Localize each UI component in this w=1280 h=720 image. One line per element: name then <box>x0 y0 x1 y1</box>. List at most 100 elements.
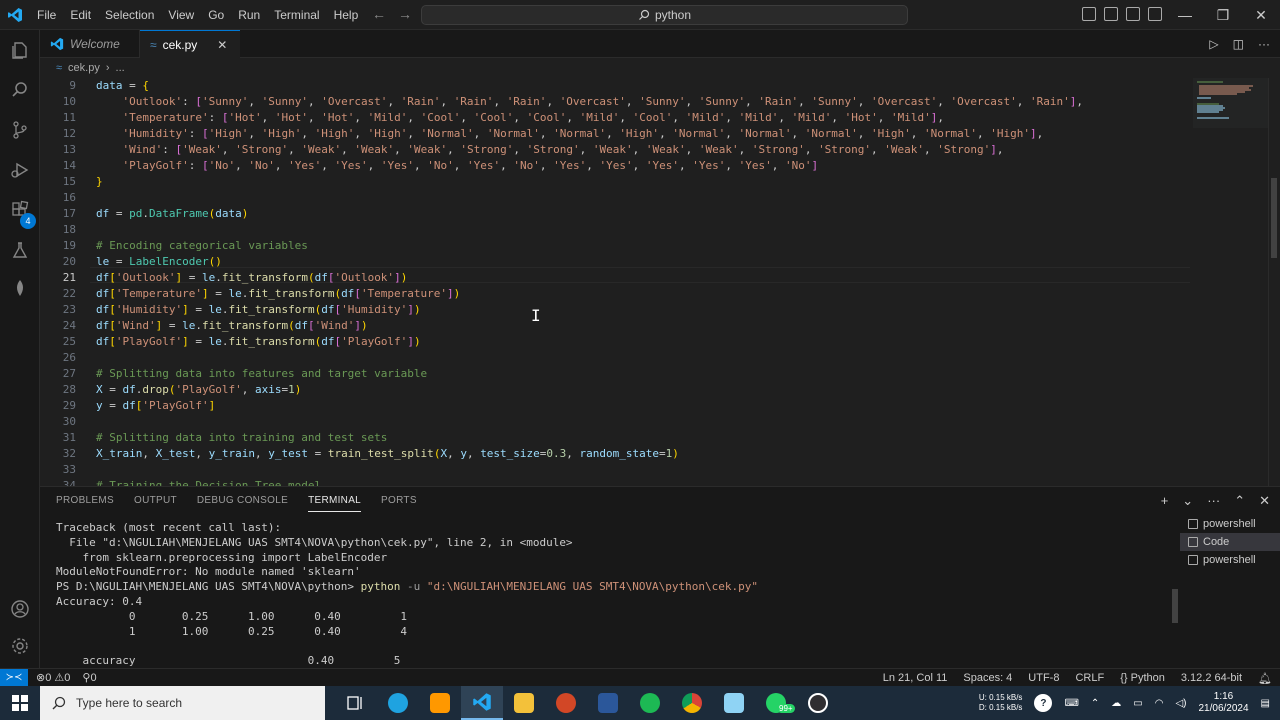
breadcrumb-symbol[interactable]: ... <box>116 62 125 74</box>
toggle-panel-icon[interactable] <box>1104 7 1118 21</box>
clock[interactable]: 1:16 21/06/2024 <box>1198 691 1248 715</box>
run-python-file-icon[interactable]: ▷ <box>1209 37 1218 51</box>
forward-arrow-icon[interactable]: → <box>398 6 412 22</box>
keyboard-icon[interactable]: ⌨ <box>1064 698 1078 709</box>
encoding[interactable]: UTF-8 <box>1028 672 1059 684</box>
manage-gear-icon[interactable] <box>8 634 32 658</box>
help-icon[interactable]: ? <box>1034 694 1053 712</box>
tab-terminal[interactable]: TERMINAL <box>308 495 362 512</box>
tab-welcome[interactable]: Welcome <box>40 30 140 58</box>
terminal-item-powershell-1[interactable]: powershell <box>1180 515 1280 533</box>
menu-terminal[interactable]: Terminal <box>267 0 326 30</box>
search-view-icon[interactable] <box>8 78 32 102</box>
tab-debug-console[interactable]: DEBUG CONSOLE <box>197 495 288 512</box>
problems-status[interactable]: ⊗0 ⚠0 <box>36 671 70 684</box>
code-editor[interactable]: 9 data = { 10 'Outlook': ['Sunny', 'Sunny… <box>40 78 1280 486</box>
close-tab-icon[interactable]: ✕ <box>217 38 227 52</box>
toggle-secondary-sidebar-icon[interactable] <box>1126 7 1140 21</box>
language-label: Python <box>1130 672 1165 684</box>
wifi-icon[interactable]: ◠ <box>1155 698 1164 709</box>
cloud-icon[interactable]: ☁ <box>1111 698 1121 709</box>
editor-scrollbar[interactable] <box>1268 78 1278 486</box>
end-of-line[interactable]: CRLF <box>1075 672 1104 684</box>
customize-layout-icon[interactable] <box>1148 7 1162 21</box>
tab-output[interactable]: OUTPUT <box>134 495 177 512</box>
powerpoint-icon[interactable] <box>545 686 587 720</box>
python-interpreter[interactable]: 3.12.2 64-bit <box>1181 672 1242 684</box>
menu-bar: File Edit Selection View Go Run Terminal… <box>30 0 365 30</box>
testing-icon[interactable] <box>8 238 32 262</box>
maximize-panel-icon[interactable]: ⌃ <box>1234 493 1245 509</box>
terminal-item-code[interactable]: Code <box>1180 533 1280 551</box>
taskbar-search[interactable]: Type here to search <box>40 686 325 720</box>
command-center-search[interactable]: python <box>421 5 908 25</box>
windows-taskbar: Type here to search 99+ U: 0.15 kB/s D: … <box>0 686 1280 720</box>
maximize-icon[interactable]: ❐ <box>1204 0 1242 30</box>
indentation[interactable]: Spaces: 4 <box>963 672 1012 684</box>
task-view-icon[interactable] <box>335 686 377 720</box>
chevron-up-icon[interactable]: ⌃ <box>1091 698 1099 709</box>
run-debug-icon[interactable] <box>8 158 32 182</box>
code-line-23: df['Humidity'] = le.fit_transform(df['Hu… <box>96 303 421 316</box>
chevron-down-icon[interactable]: ⌄ <box>1182 493 1193 509</box>
vscode-taskbar-icon[interactable] <box>461 686 503 720</box>
remote-indicator-icon[interactable]: ≻≺ <box>0 668 28 687</box>
minimap[interactable] <box>1193 78 1273 486</box>
terminal-output[interactable]: Traceback (most recent call last): File … <box>56 521 1166 667</box>
explorer-icon[interactable] <box>8 38 32 62</box>
menu-edit[interactable]: Edit <box>63 0 98 30</box>
code-line-27: # Splitting data into features and targe… <box>96 367 428 380</box>
new-terminal-icon[interactable]: + <box>1161 493 1169 509</box>
terminal-line: Traceback (most recent call last): <box>56 521 282 534</box>
volume-icon[interactable]: ◁) <box>1175 698 1186 709</box>
file-explorer-icon[interactable] <box>503 686 545 720</box>
menu-run[interactable]: Run <box>231 0 267 30</box>
code-line-22: df['Temperature'] = le.fit_transform(df[… <box>96 287 461 300</box>
menu-view[interactable]: View <box>161 0 201 30</box>
menu-go[interactable]: Go <box>201 0 231 30</box>
terminal-item-powershell-2[interactable]: powershell <box>1180 551 1280 569</box>
notification-center-icon[interactable]: ▤ <box>1261 698 1270 709</box>
terminal-scroll-thumb[interactable] <box>1172 589 1178 623</box>
obs-icon[interactable] <box>797 686 839 720</box>
edge-icon[interactable] <box>377 686 419 720</box>
notifications-bell-icon[interactable]: 🔔︎ <box>1258 672 1272 685</box>
close-panel-icon[interactable]: ✕ <box>1259 493 1270 509</box>
more-actions-icon[interactable]: ··· <box>1207 493 1220 509</box>
more-actions-icon[interactable]: ··· <box>1258 37 1270 51</box>
clock-time: 1:16 <box>1213 691 1234 702</box>
spotify-icon[interactable] <box>629 686 671 720</box>
back-arrow-icon[interactable]: ← <box>372 6 386 22</box>
whatsapp-icon[interactable]: 99+ <box>755 686 797 720</box>
terminal-item-label: Code <box>1203 536 1230 548</box>
editor-scroll-thumb[interactable] <box>1271 178 1277 258</box>
notepad-icon[interactable] <box>713 686 755 720</box>
mongodb-leaf-icon[interactable] <box>8 276 32 300</box>
battery-icon[interactable]: ▭ <box>1133 698 1142 709</box>
chrome-icon[interactable] <box>671 686 713 720</box>
minimize-icon[interactable]: — <box>1166 0 1204 30</box>
windows-start-icon[interactable] <box>0 686 40 720</box>
menu-selection[interactable]: Selection <box>98 0 161 30</box>
editor-tab-bar: Welcome ≈ cek.py ✕ ▷ ◫ ··· <box>40 30 1280 58</box>
language-mode[interactable]: {} Python <box>1120 672 1165 684</box>
tab-problems[interactable]: PROBLEMS <box>56 495 114 512</box>
line-number: 26 <box>62 351 76 364</box>
account-icon[interactable] <box>8 597 32 621</box>
tab-ports[interactable]: PORTS <box>381 495 417 512</box>
menu-help[interactable]: Help <box>327 0 366 30</box>
ports-status[interactable]: ⚲0 <box>82 671 96 684</box>
word-icon[interactable] <box>587 686 629 720</box>
close-window-icon[interactable]: ✕ <box>1242 0 1280 30</box>
menu-file[interactable]: File <box>30 0 63 30</box>
source-control-icon[interactable] <box>8 118 32 142</box>
line-number: 22 <box>62 287 76 300</box>
whatsapp-badge: 99+ <box>777 704 795 713</box>
cursor-position[interactable]: Ln 21, Col 11 <box>883 672 948 684</box>
sublime-text-icon[interactable] <box>419 686 461 720</box>
tab-cek-py[interactable]: ≈ cek.py ✕ <box>140 30 240 58</box>
split-editor-icon[interactable]: ◫ <box>1233 37 1244 51</box>
breadcrumb-file[interactable]: cek.py <box>68 62 100 74</box>
toggle-sidebar-icon[interactable] <box>1082 7 1096 21</box>
